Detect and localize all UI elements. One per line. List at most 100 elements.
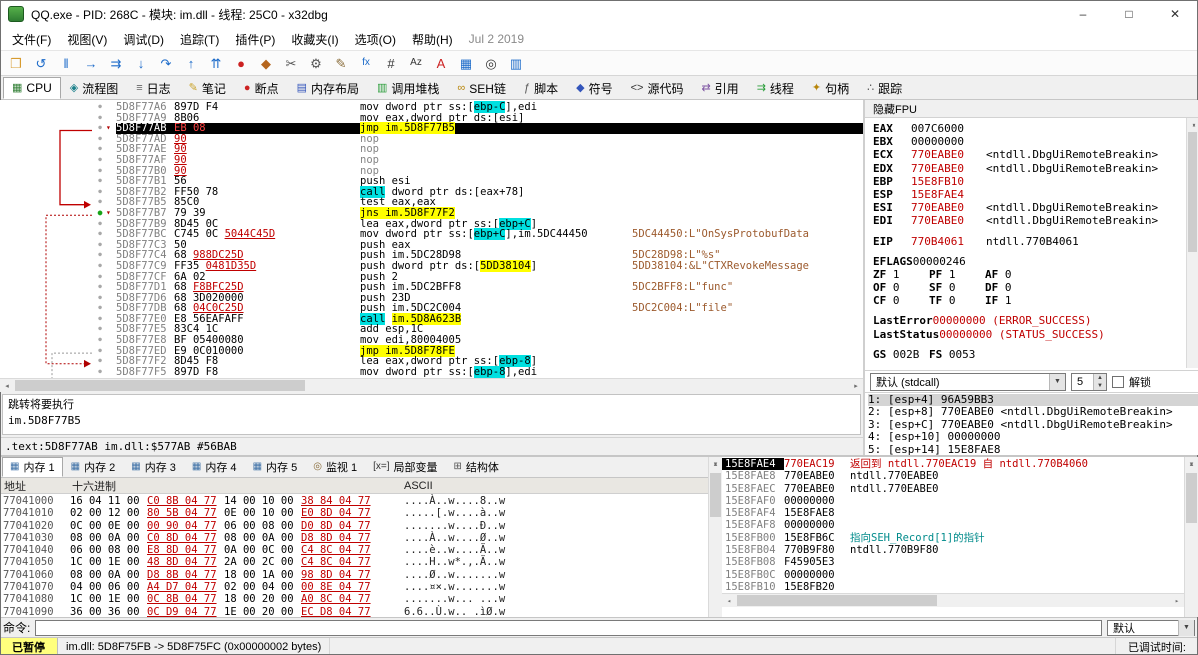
flag[interactable]: PF 1	[929, 268, 985, 281]
tab-memory-2[interactable]: ▦ 内存 2	[63, 457, 124, 477]
tab-memory-map[interactable]: ▤ 内存布局	[288, 77, 368, 99]
step-into-button[interactable]: ↓	[129, 52, 153, 74]
dump-row[interactable]: 77041050 1C 00 1E 00 48 8D 04 77 2A 00 2C 0…	[0, 556, 708, 568]
assembler-a-button[interactable]: A	[429, 52, 453, 74]
tab-threads[interactable]: ⇉ 线程	[748, 77, 803, 99]
menu-item[interactable]: 视图(V)	[59, 29, 115, 50]
flag[interactable]: TF 0	[929, 294, 985, 307]
breakpoints-button[interactable]: ●	[229, 52, 253, 74]
dump-row[interactable]: 77041000 16 04 11 00 C0 8B 04 77 14 00 10 0…	[0, 495, 708, 507]
maximize-button[interactable]: □	[1106, 0, 1152, 28]
tab-cpu[interactable]: ▦ CPU	[3, 77, 61, 99]
stack-row[interactable]: 15E8FAF8 00000000	[722, 519, 1184, 531]
tab-notes[interactable]: ✎ 笔记	[180, 77, 235, 99]
flag[interactable]: CF 0	[873, 294, 929, 307]
flag[interactable]: SF 0	[929, 281, 985, 294]
registers-scrollbar[interactable]: ▴ ▾	[1186, 118, 1198, 368]
register-row[interactable]: EDI 770EABE0 <ntdll.DbgUiRemoteBreakin>	[873, 214, 1198, 227]
tab-references[interactable]: ⇄ 引用	[692, 77, 747, 99]
stack-rows[interactable]: 15E8FAE4 770EAC19 返回到 ntdll.770EAC19 自 ntd…	[722, 457, 1184, 593]
dump-row[interactable]: 77041070 04 00 06 00 A4 D7 04 77 02 00 04 0…	[0, 581, 708, 593]
dump-row[interactable]: 77041010 02 00 12 00 80 5B 04 77 0E 00 10 0…	[0, 507, 708, 519]
scroll-thumb[interactable]	[737, 595, 937, 606]
run-button[interactable]: →	[79, 52, 103, 74]
memory-search-button[interactable]: ◎	[479, 52, 503, 74]
dump-row[interactable]: 77041040 06 00 08 00 E8 8D 04 77 0A 00 0C 0…	[0, 544, 708, 556]
tab-struct[interactable]: ⊞ 结构体	[446, 457, 507, 477]
stack-row[interactable]: 15E8FAF4 15E8FAE8	[722, 507, 1184, 519]
menu-item[interactable]: 收藏夹(I)	[283, 29, 346, 50]
menu-item[interactable]: 选项(O)	[347, 29, 404, 50]
flag[interactable]: GS 002B	[873, 348, 929, 361]
tab-symbols[interactable]: ◆ 符号	[567, 77, 621, 99]
dump-row[interactable]: 77041030 08 00 0A 00 C0 8D 04 77 08 00 0A 0…	[0, 532, 708, 544]
argument-count-stepper[interactable]: 5 ▲ ▼	[1071, 372, 1107, 391]
register-row[interactable]: EIP 770B4061 ntdll.770B4061	[873, 235, 1198, 248]
restart-button[interactable]: ↺	[29, 52, 53, 74]
tab-memory-5[interactable]: ▦ 内存 5	[245, 457, 306, 477]
dump-rows[interactable]: 77041000 16 04 11 00 C0 8B 04 77 14 00 10 0…	[0, 494, 708, 618]
tab-call-stack[interactable]: ▥ 调用堆栈	[368, 77, 448, 99]
spin-up-icon[interactable]: ▲	[1094, 373, 1106, 382]
spin-down-icon[interactable]: ▼	[1094, 381, 1106, 390]
scroll-thumb[interactable]	[1186, 473, 1197, 523]
flag[interactable]: FS 0053	[929, 348, 985, 361]
pause-button[interactable]: ‖	[54, 52, 78, 74]
dump-vertical-scrollbar[interactable]: ▴ ▾	[708, 457, 722, 617]
stack-vertical-scrollbar[interactable]: ▴ ▾	[1184, 457, 1198, 617]
flag[interactable]: AF 0	[985, 268, 1041, 281]
stack-row[interactable]: 15E8FAEC 770EABE0 ntdll.770EABE0	[722, 483, 1184, 495]
register-row[interactable]: EBX 00000000	[873, 135, 1198, 148]
disasm-horizontal-scrollbar[interactable]: ◂ ▸	[0, 378, 863, 392]
dump-row[interactable]: 77041060 08 00 0A 00 D8 8B 04 77 18 00 1A 0…	[0, 569, 708, 581]
scroll-down-icon[interactable]: ▾	[1187, 118, 1198, 131]
string-search-az-button[interactable]: Az	[404, 52, 428, 74]
unlock-checkbox[interactable]	[1112, 375, 1124, 388]
scroll-thumb[interactable]	[1188, 132, 1197, 252]
disasm-row[interactable]: ● 5D8F77AF 90 nop	[0, 155, 863, 166]
register-row[interactable]: ECX 770EABE0 <ntdll.DbgUiRemoteBreakin>	[873, 148, 1198, 161]
tab-handles[interactable]: ✦ 句柄	[803, 77, 858, 99]
tab-watch-1[interactable]: ◎ 监视 1	[305, 457, 365, 477]
stack-horizontal-scrollbar[interactable]: ◂ ▸	[722, 593, 1184, 607]
chevron-down-icon[interactable]: ▼	[1178, 619, 1194, 636]
scroll-right-icon[interactable]: ▸	[849, 379, 863, 392]
scroll-left-icon[interactable]: ◂	[0, 379, 14, 392]
stack-row[interactable]: 15E8FB08 F45905E3	[722, 556, 1184, 568]
argument-row[interactable]: 4: [esp+10] 00000000	[868, 430, 1198, 443]
tab-memory-1[interactable]: ▦ 内存 1	[2, 457, 63, 477]
flag[interactable]: DF 0	[985, 281, 1041, 294]
scroll-left-icon[interactable]: ◂	[722, 594, 736, 607]
stack-row[interactable]: 15E8FB0C 00000000	[722, 569, 1184, 581]
tab-trace[interactable]: ∴ 跟踪	[858, 77, 911, 99]
calling-convention-select[interactable]: 默认 (stdcall) ▼	[870, 372, 1066, 391]
command-profile-select[interactable]: 默认 ▼	[1107, 619, 1195, 636]
minimize-button[interactable]: –	[1060, 0, 1106, 28]
register-row[interactable]: EFLAGS00000246	[873, 255, 1198, 268]
disasm-row[interactable]: ● 5D8F77C9 FF35 0481D35D push dword ptr ds:…	[0, 259, 863, 272]
run-past-exception-button[interactable]: ⇉	[104, 52, 128, 74]
flag[interactable]: OF 0	[873, 281, 929, 294]
flag[interactable]: IF 1	[985, 294, 1041, 307]
hash-calculator-button[interactable]: #	[379, 52, 403, 74]
execute-till-return-button[interactable]: ↑	[179, 52, 203, 74]
command-input[interactable]	[35, 619, 1102, 636]
hide-fpu-button[interactable]: 隐藏FPU	[865, 100, 1198, 118]
tab-seh-chain[interactable]: ∞ SEH链	[448, 77, 515, 99]
disasm-row[interactable]: ● 5D8F77F5 897D F8 mov dword ptr ss:[ebp-8]…	[0, 365, 863, 378]
menu-item[interactable]: 调试(D)	[115, 29, 172, 50]
patches-button[interactable]: ◆	[254, 52, 278, 74]
argument-row[interactable]: 2: [esp+8] 770EABE0 <ntdll.DbgUiRemoteBr…	[868, 405, 1198, 418]
snapshot-scissors-button[interactable]: ✂	[279, 52, 303, 74]
scroll-down-icon[interactable]: ▾	[709, 457, 722, 471]
calculator-fx-button[interactable]: fx	[354, 52, 378, 74]
argument-row[interactable]: 5: [esp+14] 15E8FAE8	[868, 443, 1198, 456]
register-row[interactable]: LastError00000000 (ERROR_SUCCESS)	[873, 314, 1198, 327]
tab-memory-4[interactable]: ▦ 内存 4	[184, 457, 245, 477]
scroll-thumb[interactable]	[15, 380, 305, 391]
scroll-right-icon[interactable]: ▸	[1170, 594, 1184, 607]
disassembly-view[interactable]: ● 5D8F77A6 897D F4 mov dword ptr ss:[ebp-C]…	[0, 100, 863, 378]
menu-item[interactable]: 文件(F)	[4, 29, 59, 50]
appearance-pencil-button[interactable]: ✎	[329, 52, 353, 74]
stack-row[interactable]: 15E8FB04 770B9F80 ntdll.770B9F80	[722, 544, 1184, 556]
